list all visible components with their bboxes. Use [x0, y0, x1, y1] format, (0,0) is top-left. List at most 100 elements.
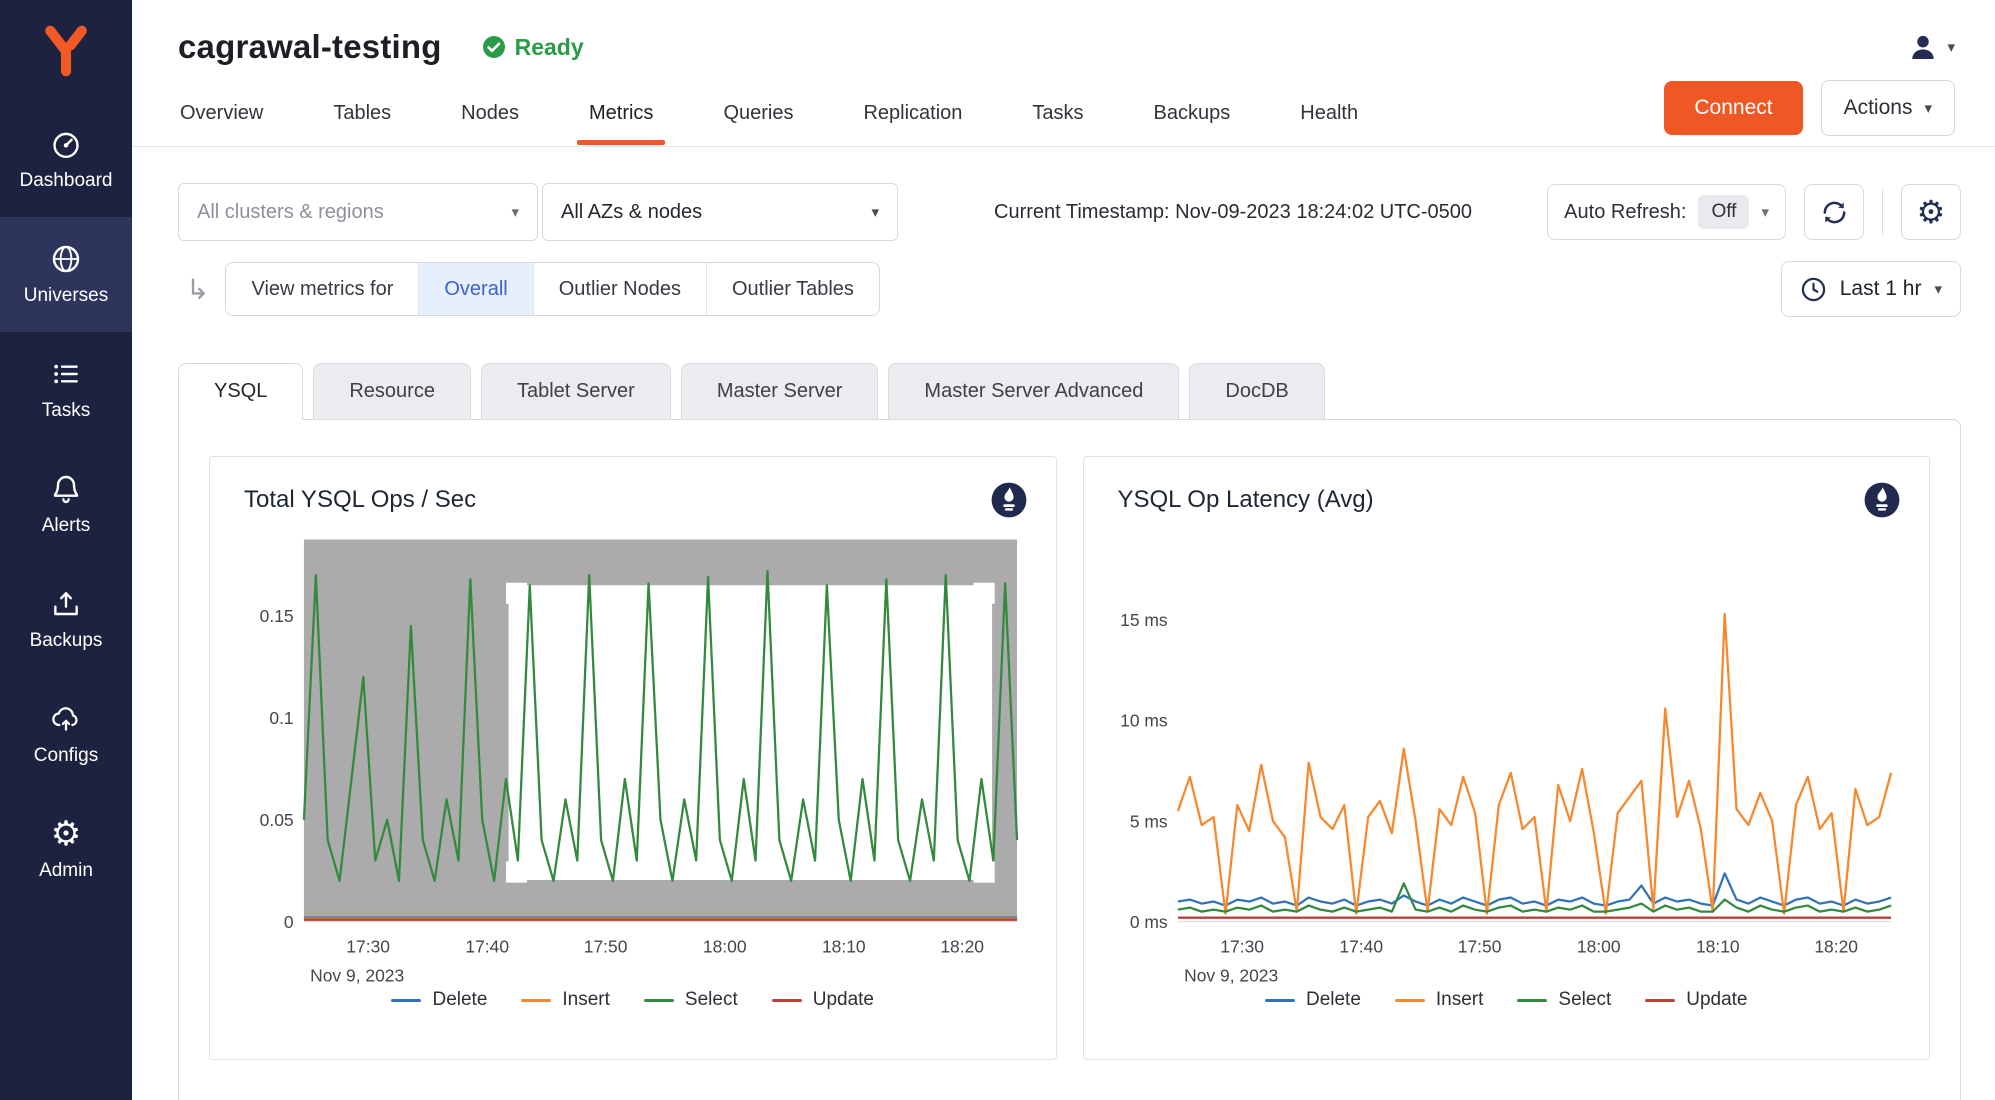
toggle-outlier-tables[interactable]: Outlier Tables [706, 263, 879, 315]
legend-label: Update [813, 989, 874, 1011]
time-range-value: Last 1 hr [1840, 277, 1922, 301]
svg-text:5 ms: 5 ms [1129, 811, 1167, 831]
legend-item-insert[interactable]: Insert [1395, 989, 1484, 1011]
legend-item-update[interactable]: Update [1645, 989, 1747, 1011]
tasks-icon [50, 357, 82, 391]
sidebar-item-label: Admin [39, 860, 93, 882]
chart-legend: Delete Insert Select Update [1106, 989, 1908, 1011]
sidebar-item-label: Alerts [42, 515, 91, 537]
tab-metrics[interactable]: Metrics [587, 82, 655, 145]
svg-text:18:10: 18:10 [822, 937, 866, 957]
sidebar-item-alerts[interactable]: Alerts [0, 447, 132, 562]
tab-backups[interactable]: Backups [1152, 82, 1233, 145]
legend-swatch [391, 999, 421, 1002]
ysql-ops-chart[interactable]: 17:3017:4017:5018:0018:1018:2000.050.10.… [232, 523, 1034, 987]
time-range-select[interactable]: Last 1 hr ▾ [1781, 261, 1961, 317]
metric-tab-master-server-advanced[interactable]: Master Server Advanced [888, 363, 1179, 419]
legend-item-select[interactable]: Select [1517, 989, 1611, 1011]
svg-text:Nov 9, 2023: Nov 9, 2023 [1184, 965, 1278, 985]
svg-text:17:30: 17:30 [1220, 937, 1264, 957]
legend-item-delete[interactable]: Delete [391, 989, 487, 1011]
legend-swatch [521, 999, 551, 1002]
tab-nodes[interactable]: Nodes [459, 82, 521, 145]
zoom-selection-overlay[interactable] [304, 539, 1017, 921]
auto-refresh-value: Off [1698, 195, 1749, 229]
tab-health[interactable]: Health [1298, 82, 1360, 145]
view-metrics-label: View metrics for [226, 263, 418, 315]
caret-down-icon: ▾ [871, 205, 879, 220]
metric-tab-master-server[interactable]: Master Server [681, 363, 879, 419]
toggle-overall[interactable]: Overall [418, 263, 532, 315]
clusters-regions-select[interactable]: All clusters & regions ▾ [178, 183, 538, 241]
tab-tasks[interactable]: Tasks [1030, 82, 1085, 145]
legend-swatch [1517, 999, 1547, 1002]
sidebar: Dashboard Universes Tasks Alerts Backups [0, 0, 132, 1100]
selection-corner-bracket[interactable] [974, 862, 992, 880]
legend-label: Update [1686, 989, 1747, 1011]
legend-item-select[interactable]: Select [644, 989, 738, 1011]
metric-tab-ysql[interactable]: YSQL [178, 363, 303, 419]
tab-queries[interactable]: Queries [721, 82, 795, 145]
prometheus-icon[interactable] [990, 481, 1028, 519]
legend-label: Delete [432, 989, 487, 1011]
azs-nodes-select[interactable]: All AZs & nodes ▾ [542, 183, 898, 241]
configs-icon [50, 702, 82, 736]
selection-corner-bracket[interactable] [509, 862, 527, 880]
sidebar-item-label: Universes [24, 285, 108, 307]
legend-item-delete[interactable]: Delete [1265, 989, 1361, 1011]
backups-icon [50, 587, 82, 621]
chart-header: Total YSQL Ops / Sec [232, 479, 1034, 519]
metric-tab-resource[interactable]: Resource [313, 363, 471, 419]
prometheus-icon[interactable] [1863, 481, 1901, 519]
sidebar-item-label: Tasks [42, 400, 91, 422]
clock-icon [1800, 276, 1827, 303]
sidebar-item-tasks[interactable]: Tasks [0, 332, 132, 447]
sidebar-item-configs[interactable]: Configs [0, 677, 132, 792]
actions-button[interactable]: Actions ▾ [1821, 80, 1955, 136]
main-area: cagrawal-testing Ready ▾ Overview Tables… [132, 0, 1995, 1100]
chart-card-ysql-latency: YSQL Op Latency (Avg) 17:3017:4017:5018:… [1083, 456, 1931, 1060]
svg-text:17:30: 17:30 [346, 937, 390, 957]
legend-label: Insert [1436, 989, 1484, 1011]
current-timestamp: Current Timestamp: Nov-09-2023 18:24:02 … [994, 201, 1472, 224]
svg-text:0.05: 0.05 [260, 810, 294, 830]
selection-corner-bracket[interactable] [974, 585, 992, 603]
yugabyte-logo[interactable] [0, 0, 132, 102]
metric-tab-docdb[interactable]: DocDB [1189, 363, 1324, 419]
chart-card-ysql-ops: Total YSQL Ops / Sec 17:3017:4017:5018:0… [209, 456, 1057, 1060]
sidebar-item-dashboard[interactable]: Dashboard [0, 102, 132, 217]
series-insert [1177, 614, 1890, 914]
auto-refresh-select[interactable]: Auto Refresh: Off ▾ [1547, 184, 1786, 240]
charts-row: Total YSQL Ops / Sec 17:3017:4017:5018:0… [209, 456, 1930, 1060]
legend-swatch [1645, 999, 1675, 1002]
sidebar-item-label: Configs [34, 745, 98, 767]
user-menu-button[interactable]: ▾ [1907, 31, 1955, 63]
tab-replication[interactable]: Replication [861, 82, 964, 145]
refresh-icon [1820, 198, 1849, 227]
status-text: Ready [515, 34, 584, 61]
toggle-outlier-nodes[interactable]: Outlier Nodes [533, 263, 706, 315]
subdirectory-arrow-icon: ↳ [186, 273, 209, 306]
sidebar-item-universes[interactable]: Universes [0, 217, 132, 332]
refresh-button[interactable] [1804, 184, 1864, 240]
tab-overview[interactable]: Overview [178, 82, 265, 145]
metric-tab-tablet-server[interactable]: Tablet Server [481, 363, 671, 419]
settings-button[interactable]: ⚙ [1901, 184, 1961, 240]
connect-button[interactable]: Connect [1664, 81, 1802, 135]
ysql-latency-chart[interactable]: 17:3017:4017:5018:0018:1018:200 ms5 ms10… [1106, 523, 1908, 987]
svg-text:18:20: 18:20 [940, 937, 984, 957]
sidebar-item-admin[interactable]: ⚙ Admin [0, 792, 132, 907]
chart-legend: Delete Insert Select Update [232, 989, 1034, 1011]
legend-item-insert[interactable]: Insert [521, 989, 610, 1011]
tab-tables[interactable]: Tables [331, 82, 393, 145]
legend-swatch [772, 999, 802, 1002]
legend-item-update[interactable]: Update [772, 989, 874, 1011]
app-window: Dashboard Universes Tasks Alerts Backups [0, 0, 1995, 1100]
dashboard-icon [50, 127, 82, 161]
legend-label: Delete [1306, 989, 1361, 1011]
selection-corner-bracket[interactable] [509, 585, 527, 603]
admin-gear-icon: ⚙ [51, 817, 81, 851]
sidebar-item-backups[interactable]: Backups [0, 562, 132, 677]
page-title: cagrawal-testing [178, 28, 442, 66]
filter-bar: All clusters & regions ▾ All AZs & nodes… [132, 147, 1995, 317]
